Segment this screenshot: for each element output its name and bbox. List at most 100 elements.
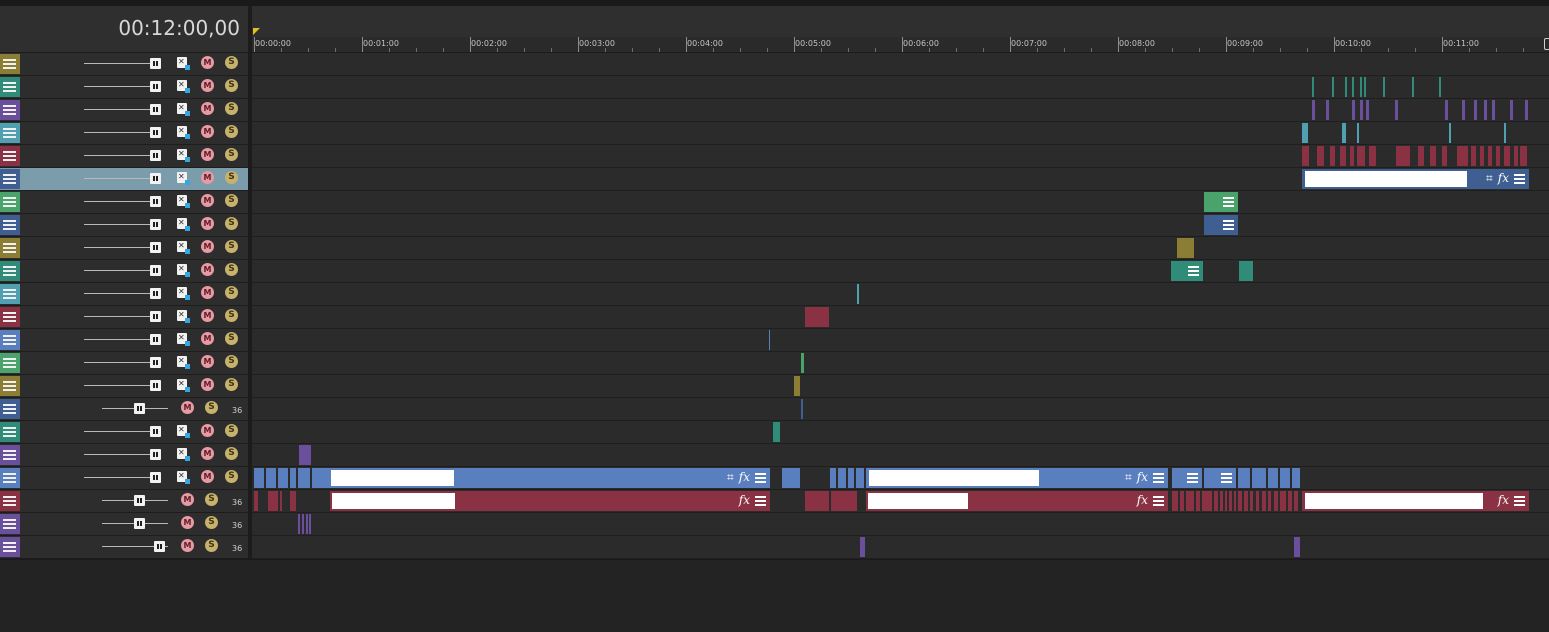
track-lane[interactable] bbox=[252, 513, 1549, 536]
clip[interactable] bbox=[782, 468, 800, 488]
volume-slider-knob[interactable] bbox=[134, 403, 145, 414]
clip-sliver[interactable] bbox=[1480, 146, 1484, 166]
clip-sliver[interactable] bbox=[1525, 100, 1528, 120]
clip-sliver[interactable] bbox=[1180, 491, 1184, 511]
track-header[interactable]: MS bbox=[0, 352, 248, 375]
opacity-slider-knob[interactable] bbox=[150, 357, 161, 368]
track-menu-icon[interactable] bbox=[0, 514, 20, 534]
clip-sliver[interactable] bbox=[1457, 146, 1468, 166]
mute-icon[interactable]: M bbox=[201, 79, 214, 92]
solo-icon[interactable]: S bbox=[225, 194, 238, 207]
opacity-slider-knob[interactable] bbox=[150, 265, 161, 276]
solo-icon[interactable]: S bbox=[205, 493, 218, 506]
clip[interactable] bbox=[298, 468, 310, 488]
track-fx-icon[interactable] bbox=[177, 194, 190, 208]
clip[interactable] bbox=[1292, 468, 1300, 488]
opacity-slider-track[interactable] bbox=[84, 86, 154, 87]
clip[interactable] bbox=[1177, 238, 1194, 258]
clip-sliver[interactable] bbox=[1326, 100, 1329, 120]
solo-icon[interactable]: S bbox=[225, 378, 238, 391]
track-menu-icon[interactable] bbox=[0, 307, 20, 327]
mute-icon[interactable]: M bbox=[181, 539, 194, 552]
clip-sliver[interactable] bbox=[1317, 146, 1324, 166]
clip-menu-icon[interactable] bbox=[1188, 265, 1199, 276]
opacity-slider-knob[interactable] bbox=[150, 150, 161, 161]
opacity-slider-knob[interactable] bbox=[150, 219, 161, 230]
track-header[interactable]: MS bbox=[0, 375, 248, 398]
clip-sliver[interactable] bbox=[1229, 491, 1232, 511]
clip-sliver[interactable] bbox=[1202, 491, 1212, 511]
track-menu-icon[interactable] bbox=[0, 330, 20, 350]
clip-sliver[interactable] bbox=[1383, 77, 1385, 97]
solo-icon[interactable]: S bbox=[225, 470, 238, 483]
clip[interactable] bbox=[290, 491, 296, 511]
clip[interactable]: ⌗ fx bbox=[866, 468, 1168, 488]
track-header[interactable]: MS bbox=[0, 421, 248, 444]
clip-sliver[interactable] bbox=[1412, 77, 1414, 97]
clip-sliver[interactable] bbox=[1496, 146, 1500, 166]
clip[interactable] bbox=[830, 468, 836, 488]
track-menu-icon[interactable] bbox=[0, 353, 20, 373]
clip-sliver[interactable] bbox=[1357, 146, 1365, 166]
opacity-slider-track[interactable] bbox=[84, 247, 154, 248]
clip-sliver[interactable] bbox=[1360, 100, 1363, 120]
volume-slider-knob[interactable] bbox=[134, 495, 145, 506]
solo-icon[interactable]: S bbox=[225, 286, 238, 299]
clip-sliver[interactable] bbox=[1366, 100, 1369, 120]
track-fx-icon[interactable] bbox=[177, 79, 190, 93]
track-fx-icon[interactable] bbox=[177, 240, 190, 254]
clip[interactable] bbox=[1280, 468, 1290, 488]
clip-sliver[interactable] bbox=[1345, 77, 1347, 97]
crop-icon[interactable]: ⌗ bbox=[727, 470, 734, 485]
track-menu-icon[interactable] bbox=[0, 537, 20, 557]
opacity-slider-track[interactable] bbox=[84, 178, 154, 179]
track-fx-icon[interactable] bbox=[177, 447, 190, 461]
clip[interactable] bbox=[1171, 261, 1203, 281]
mute-icon[interactable]: M bbox=[201, 125, 214, 138]
fx-icon[interactable]: fx bbox=[1137, 493, 1148, 507]
track-header[interactable]: MS bbox=[0, 260, 248, 283]
mute-icon[interactable]: M bbox=[181, 516, 194, 529]
track-header[interactable]: MS bbox=[0, 76, 248, 99]
track-lane[interactable] bbox=[252, 122, 1549, 145]
clip-sliver[interactable] bbox=[1288, 491, 1292, 511]
clip-sliver[interactable] bbox=[1439, 77, 1441, 97]
opacity-slider-knob[interactable] bbox=[150, 242, 161, 253]
track-fx-icon[interactable] bbox=[177, 263, 190, 277]
solo-icon[interactable]: S bbox=[225, 424, 238, 437]
opacity-slider-track[interactable] bbox=[84, 339, 154, 340]
clip-menu-icon[interactable] bbox=[755, 472, 766, 483]
opacity-slider-track[interactable] bbox=[84, 293, 154, 294]
clip[interactable] bbox=[1294, 537, 1300, 557]
track-menu-icon[interactable] bbox=[0, 491, 20, 511]
solo-icon[interactable]: S bbox=[225, 102, 238, 115]
playhead-marker-icon[interactable] bbox=[253, 28, 260, 35]
opacity-slider-knob[interactable] bbox=[150, 426, 161, 437]
track-header[interactable]: MS bbox=[0, 237, 248, 260]
track-lane[interactable] bbox=[252, 191, 1549, 214]
crop-icon[interactable]: ⌗ bbox=[1125, 470, 1132, 485]
clip[interactable] bbox=[773, 422, 780, 442]
clip-menu-icon[interactable] bbox=[1514, 495, 1525, 506]
clip-sliver[interactable] bbox=[1244, 491, 1248, 511]
track-header[interactable]: M S 36 bbox=[0, 513, 248, 536]
crop-icon[interactable]: ⌗ bbox=[1486, 171, 1493, 186]
clip-sliver[interactable] bbox=[1302, 123, 1308, 143]
clip-sliver[interactable] bbox=[801, 353, 804, 373]
clip-sliver[interactable] bbox=[309, 514, 311, 534]
clip[interactable] bbox=[805, 491, 829, 511]
clip[interactable] bbox=[254, 491, 258, 511]
track-lane[interactable] bbox=[252, 76, 1549, 99]
clip-sliver[interactable] bbox=[1214, 491, 1218, 511]
clip-sliver[interactable] bbox=[769, 330, 770, 350]
solo-icon[interactable]: S bbox=[225, 171, 238, 184]
clip-sliver[interactable] bbox=[1520, 146, 1527, 166]
track-lane[interactable] bbox=[252, 398, 1549, 421]
mute-icon[interactable]: M bbox=[201, 447, 214, 460]
clip-sliver[interactable] bbox=[1488, 146, 1492, 166]
clip[interactable]: fx bbox=[330, 491, 770, 511]
track-menu-icon[interactable] bbox=[0, 422, 20, 442]
clip[interactable] bbox=[1239, 261, 1253, 281]
clip-sliver[interactable] bbox=[1340, 146, 1346, 166]
track-menu-icon[interactable] bbox=[0, 146, 20, 166]
